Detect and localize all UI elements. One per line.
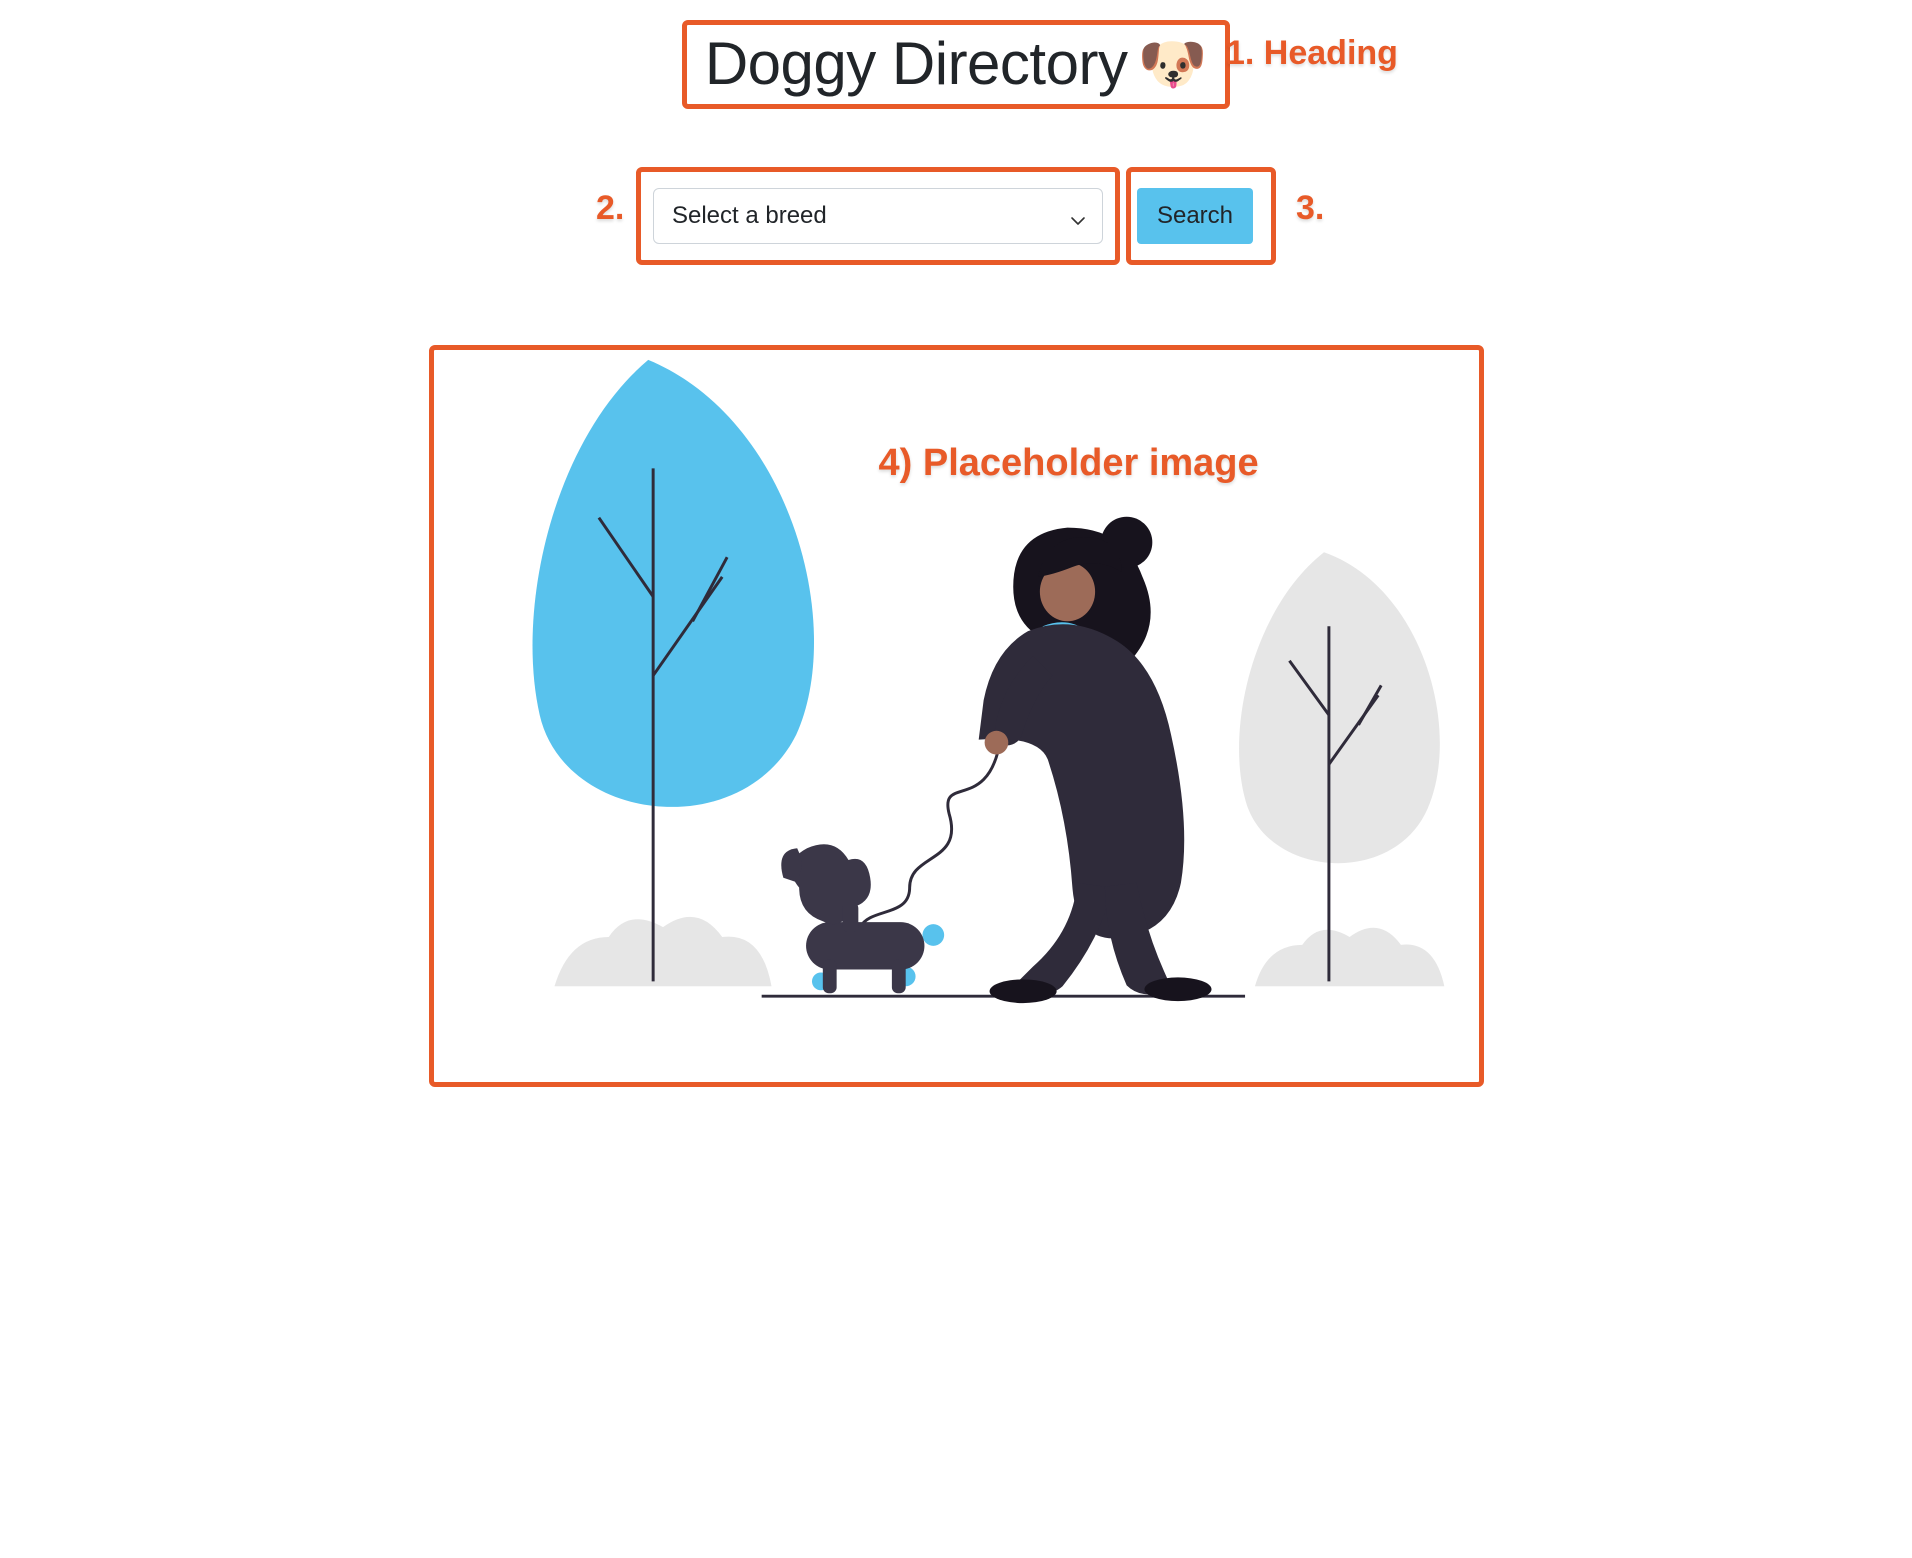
page-title: Doggy Directory — [705, 29, 1128, 98]
breed-select-box: Select a breed — [636, 167, 1120, 265]
placeholder-image-area: 4) Placeholder image — [429, 345, 1484, 1087]
dog-face-icon: 🐶 — [1137, 36, 1207, 92]
annotation-placeholder: 4) Placeholder image — [879, 442, 1259, 485]
search-button[interactable]: Search — [1137, 188, 1253, 244]
page-title-box: Doggy Directory 🐶 — [682, 20, 1230, 109]
annotation-button: 3. — [1296, 189, 1324, 228]
annotation-heading: 1. Heading — [1226, 34, 1398, 73]
chevron-down-icon — [1070, 208, 1086, 224]
annotation-select: 2. — [596, 189, 624, 228]
breed-select-placeholder: Select a breed — [672, 202, 827, 230]
breed-select[interactable]: Select a breed — [653, 188, 1103, 244]
search-button-box: Search — [1126, 167, 1276, 265]
